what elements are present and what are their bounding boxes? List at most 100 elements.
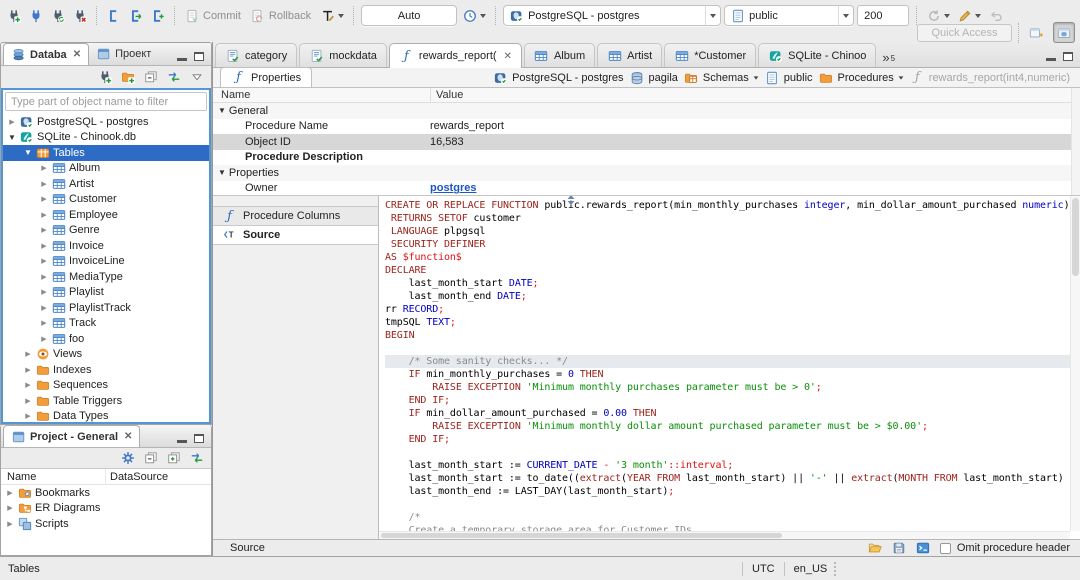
chevron-right-icon[interactable]: ▶ bbox=[39, 195, 49, 203]
property-row-procedure-name[interactable]: Procedure Name rewards_report bbox=[213, 119, 1080, 135]
commit-mode-combo[interactable]: Auto bbox=[361, 5, 458, 26]
format-button-dropdown[interactable] bbox=[975, 13, 982, 18]
vertical-scrollbar[interactable] bbox=[1070, 196, 1080, 531]
breadcrumb-item-postgresql-postgres[interactable]: PostgreSQL - postgres bbox=[493, 70, 624, 85]
quick-access-input[interactable]: Quick Access bbox=[917, 23, 1012, 42]
project-item-er-diagrams[interactable]: ▶ ER Diagrams bbox=[1, 501, 211, 517]
view-menu-icon[interactable] bbox=[189, 70, 204, 85]
property-value[interactable]: postgres bbox=[430, 182, 1080, 194]
tree-item-invoiceline[interactable]: ▶ InvoiceLine bbox=[3, 254, 209, 270]
chevron-right-icon[interactable]: ▶ bbox=[5, 520, 15, 528]
editor-tab-sqlite-chinoo[interactable]: SQLite - Chinoo bbox=[758, 43, 877, 67]
schema-combo-arrow[interactable] bbox=[838, 6, 853, 25]
chevron-right-icon[interactable]: ▶ bbox=[23, 397, 33, 405]
chevron-right-icon[interactable]: ▶ bbox=[39, 273, 49, 281]
editor-tab-category[interactable]: category bbox=[215, 43, 298, 67]
tree-item-postgresql-postgres[interactable]: ▶ PostgreSQL - postgres bbox=[3, 114, 209, 130]
tree-item-data-types[interactable]: ▶ Data Types bbox=[3, 409, 209, 422]
chevron-down-icon[interactable]: ▼ bbox=[218, 106, 226, 115]
tree-item-album[interactable]: ▶ Album bbox=[3, 161, 209, 177]
query-history-button[interactable] bbox=[460, 6, 488, 25]
open-perspective-button[interactable] bbox=[1025, 22, 1047, 43]
chevron-right-icon[interactable]: ▶ bbox=[5, 489, 15, 497]
chevron-down-icon[interactable] bbox=[753, 75, 759, 80]
schema-combo[interactable]: public bbox=[724, 5, 855, 26]
chevron-right-icon[interactable]: ▶ bbox=[39, 211, 49, 219]
project-item-bookmarks[interactable]: ▶ Bookmarks bbox=[1, 485, 211, 501]
disconnect-button[interactable] bbox=[70, 6, 89, 25]
chevron-right-icon[interactable]: ▶ bbox=[23, 381, 33, 389]
grid-scrollbar[interactable] bbox=[1071, 88, 1080, 195]
fetch-size-input[interactable]: 200 bbox=[857, 5, 910, 26]
tree-item-indexes[interactable]: ▶ Indexes bbox=[3, 362, 209, 378]
transaction-new-button[interactable] bbox=[148, 6, 167, 25]
chevron-down-icon[interactable] bbox=[898, 75, 904, 80]
property-row-object-id[interactable]: Object ID 16,583 bbox=[213, 134, 1080, 150]
collapse-all-icon[interactable] bbox=[143, 70, 158, 85]
tree-item-customer[interactable]: ▶ Customer bbox=[3, 192, 209, 208]
property-row-procedure-description[interactable]: Procedure Description bbox=[213, 150, 1080, 166]
chevron-right-icon[interactable]: ▶ bbox=[23, 366, 33, 374]
new-folder-icon[interactable] bbox=[120, 70, 135, 85]
tab-project-general[interactable]: Project - General ✕ bbox=[3, 425, 141, 447]
tree-item-employee[interactable]: ▶ Employee bbox=[3, 207, 209, 223]
tab-source-bottom[interactable]: Source bbox=[213, 542, 277, 554]
connection-combo-arrow[interactable] bbox=[705, 6, 720, 25]
link-with-editor-icon[interactable] bbox=[166, 70, 181, 85]
tree-item-foo[interactable]: ▶ foo bbox=[3, 331, 209, 347]
editor-tab-artist[interactable]: Artist bbox=[597, 43, 663, 67]
tree-item-views[interactable]: ▶ Views bbox=[3, 347, 209, 363]
close-icon[interactable]: ✕ bbox=[73, 49, 81, 60]
transaction-mode-button[interactable] bbox=[104, 6, 123, 25]
rollback-button[interactable]: Rollback bbox=[248, 6, 315, 25]
tree-item-sequences[interactable]: ▶ Sequences bbox=[3, 378, 209, 394]
tab-проект[interactable]: Проект bbox=[89, 43, 158, 65]
project-item-scripts[interactable]: ▶ Scripts bbox=[1, 516, 211, 532]
tab-properties[interactable]: ƒ Properties bbox=[220, 67, 313, 87]
maximize-button[interactable] bbox=[194, 434, 204, 443]
breadcrumb-item-pagila[interactable]: pagila bbox=[630, 70, 678, 85]
chevron-right-icon[interactable]: ▶ bbox=[39, 335, 49, 343]
dbeaver-perspective-button[interactable] bbox=[1053, 22, 1075, 43]
chevron-right-icon[interactable]: ▶ bbox=[39, 164, 49, 172]
minimize-button[interactable] bbox=[1046, 58, 1056, 61]
source-viewer[interactable]: CREATE OR REPLACE FUNCTION public.reward… bbox=[379, 196, 1080, 539]
side-tab-procedure-columns[interactable]: ƒ Procedure Columns bbox=[213, 206, 378, 226]
console-icon[interactable] bbox=[916, 541, 931, 556]
chevron-down-icon[interactable]: ▼ bbox=[7, 133, 17, 142]
connection-combo[interactable]: PostgreSQL - postgres bbox=[503, 5, 722, 26]
tree-item-table-triggers[interactable]: ▶ Table Triggers bbox=[3, 393, 209, 409]
tree-item-track[interactable]: ▶ Track bbox=[3, 316, 209, 332]
close-icon[interactable]: ✕ bbox=[504, 51, 512, 62]
column-datasource[interactable]: DataSource bbox=[105, 469, 211, 484]
gear-icon[interactable] bbox=[120, 451, 135, 466]
tab-overflow-button[interactable]: » 5 bbox=[878, 51, 901, 67]
source-code[interactable]: CREATE OR REPLACE FUNCTION public.reward… bbox=[379, 196, 1070, 531]
connect-button[interactable] bbox=[26, 6, 45, 25]
chevron-right-icon[interactable]: ▶ bbox=[23, 412, 33, 420]
chevron-right-icon[interactable]: ▶ bbox=[39, 242, 49, 250]
transaction-log-button-dropdown[interactable] bbox=[338, 13, 345, 18]
tree-item-tables[interactable]: ▼ Tables bbox=[3, 145, 209, 161]
close-icon[interactable]: ✕ bbox=[124, 431, 132, 442]
new-connection-icon[interactable] bbox=[97, 70, 112, 85]
grid-column-value[interactable]: Value bbox=[430, 88, 1080, 102]
collapse-all-icon[interactable] bbox=[143, 451, 158, 466]
breadcrumb-item-public[interactable]: public bbox=[765, 70, 813, 85]
save-icon[interactable] bbox=[892, 541, 907, 556]
reconnect-button[interactable] bbox=[48, 6, 67, 25]
minimize-button[interactable] bbox=[177, 58, 187, 61]
side-tab-source[interactable]: T Source bbox=[213, 225, 378, 245]
maximize-button[interactable] bbox=[194, 52, 204, 61]
tree-item-playlist[interactable]: ▶ Playlist bbox=[3, 285, 209, 301]
chevron-right-icon[interactable]: ▶ bbox=[5, 504, 15, 512]
omit-procedure-header-checkbox[interactable] bbox=[939, 542, 951, 554]
query-history-button-dropdown[interactable] bbox=[480, 13, 487, 18]
editor-tab-album[interactable]: Album bbox=[523, 43, 596, 67]
link-with-editor-icon[interactable] bbox=[189, 451, 204, 466]
tree-item-genre[interactable]: ▶ Genre bbox=[3, 223, 209, 239]
chevron-right-icon[interactable]: ▶ bbox=[7, 118, 17, 126]
chevron-down-icon[interactable]: ▼ bbox=[218, 168, 226, 177]
column-name[interactable]: Name bbox=[1, 471, 105, 483]
chevron-right-icon[interactable]: ▶ bbox=[23, 350, 33, 358]
